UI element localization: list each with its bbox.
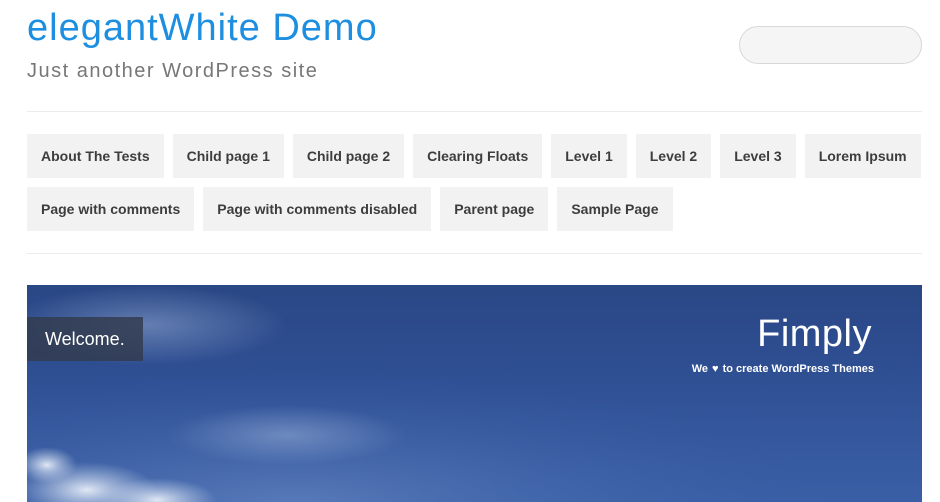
- nav-item-child-page-2[interactable]: Child page 2: [292, 134, 405, 178]
- search-input[interactable]: [739, 26, 922, 64]
- page: elegantWhite Demo Just another WordPress…: [0, 0, 940, 502]
- brand-tagline-prefix: We: [691, 363, 709, 375]
- hero-slider[interactable]: Welcome. Fimply We ♥ to create WordPress…: [27, 285, 922, 502]
- nav-item-child-page-1[interactable]: Child page 1: [172, 134, 284, 178]
- nav-item-clearing-floats[interactable]: Clearing Floats: [413, 134, 543, 178]
- site-title[interactable]: elegantWhite Demo: [27, 6, 378, 50]
- main-navigation: About The Tests Child page 1 Child page …: [27, 134, 927, 231]
- site-tagline: Just another WordPress site: [27, 60, 319, 82]
- nav-item-lorem-ipsum[interactable]: Lorem Ipsum: [804, 134, 921, 178]
- nav-divider: [27, 253, 922, 254]
- brand-title: Fimply: [757, 313, 872, 355]
- nav-item-level-3[interactable]: Level 3: [720, 134, 796, 178]
- nav-item-page-with-comments[interactable]: Page with comments: [27, 187, 195, 231]
- slide-caption: Welcome.: [27, 317, 143, 361]
- header-divider: [27, 111, 922, 112]
- nav-item-level-1[interactable]: Level 1: [551, 134, 627, 178]
- nav-item-about-the-tests[interactable]: About The Tests: [27, 134, 164, 178]
- nav-item-parent-page[interactable]: Parent page: [440, 187, 549, 231]
- brand-tagline-suffix: to create WordPress Themes: [722, 363, 874, 375]
- heart-icon: ♥: [712, 362, 719, 375]
- nav-item-sample-page[interactable]: Sample Page: [557, 187, 673, 231]
- nav-item-level-2[interactable]: Level 2: [635, 134, 712, 178]
- brand-tagline: We ♥ to create WordPress Themes: [692, 363, 874, 375]
- nav-item-page-with-comments-disabled[interactable]: Page with comments disabled: [203, 187, 432, 231]
